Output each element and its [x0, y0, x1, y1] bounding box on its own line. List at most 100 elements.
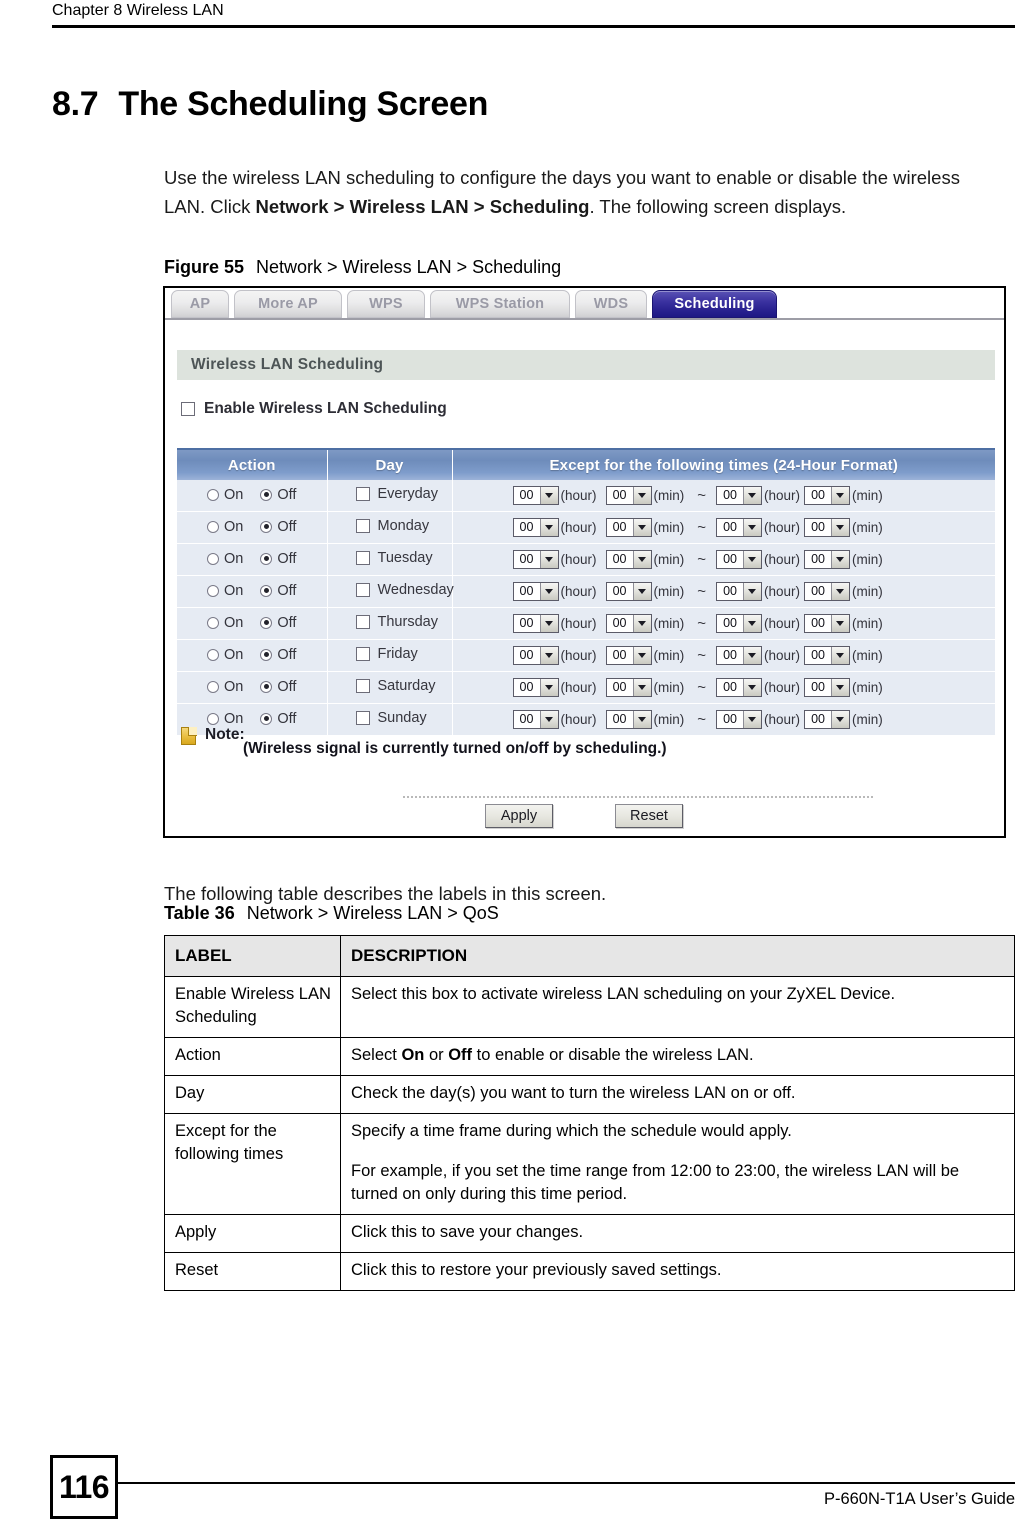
- tab-ap[interactable]: AP: [171, 290, 229, 318]
- radio-off-5[interactable]: [260, 648, 273, 661]
- end-hour-select-7[interactable]: 00: [716, 710, 763, 729]
- chevron-down-icon[interactable]: [831, 679, 850, 696]
- tab-wps-station[interactable]: WPS Station: [430, 290, 570, 318]
- end-min-select-7[interactable]: 00: [804, 710, 851, 729]
- chevron-down-icon[interactable]: [743, 615, 762, 632]
- chevron-down-icon[interactable]: [539, 615, 558, 632]
- radio-off-3[interactable]: [260, 584, 273, 597]
- chevron-down-icon[interactable]: [831, 615, 850, 632]
- radio-on-2[interactable]: [207, 552, 220, 565]
- radio-off-2[interactable]: [260, 552, 273, 565]
- day-checkbox-6[interactable]: [355, 679, 370, 693]
- day-checkbox-3[interactable]: [355, 583, 370, 597]
- chevron-down-icon[interactable]: [743, 551, 762, 568]
- start-min-select-7[interactable]: 00: [605, 710, 652, 729]
- radio-off-0[interactable]: [260, 488, 273, 501]
- chevron-down-icon[interactable]: [743, 583, 762, 600]
- tab-scheduling[interactable]: Scheduling: [652, 290, 777, 318]
- radio-on-0[interactable]: [207, 488, 220, 501]
- start-min-select-6[interactable]: 00: [605, 678, 652, 697]
- radio-on-5[interactable]: [207, 648, 220, 661]
- chevron-down-icon[interactable]: [632, 551, 651, 568]
- chevron-down-icon[interactable]: [539, 647, 558, 664]
- start-hour-select-7[interactable]: 00: [512, 710, 559, 729]
- end-min-select-6[interactable]: 00: [804, 678, 851, 697]
- start-min-select-2[interactable]: 00: [605, 550, 652, 569]
- chevron-down-icon[interactable]: [743, 487, 762, 504]
- start-min-select-3[interactable]: 00: [605, 582, 652, 601]
- end-hour-select-4[interactable]: 00: [716, 614, 763, 633]
- chevron-down-icon[interactable]: [743, 519, 762, 536]
- day-checkbox-0[interactable]: [355, 487, 370, 501]
- chevron-down-icon[interactable]: [539, 583, 558, 600]
- start-hour-select-0[interactable]: 00: [512, 486, 559, 505]
- tab-more-ap[interactable]: More AP: [234, 290, 342, 318]
- tab-wps[interactable]: WPS: [347, 290, 425, 318]
- enable-scheduling-checkbox[interactable]: [181, 402, 195, 416]
- start-min-select-1[interactable]: 00: [605, 518, 652, 537]
- radio-on-7[interactable]: [207, 712, 220, 725]
- apply-button[interactable]: Apply: [485, 804, 553, 828]
- day-checkbox-5[interactable]: [355, 647, 370, 661]
- chevron-down-icon[interactable]: [539, 519, 558, 536]
- chevron-down-icon[interactable]: [831, 551, 850, 568]
- start-hour-select-6[interactable]: 00: [512, 678, 559, 697]
- end-hour-select-3[interactable]: 00: [716, 582, 763, 601]
- tab-wds[interactable]: WDS: [575, 290, 647, 318]
- chevron-down-icon[interactable]: [539, 487, 558, 504]
- enable-scheduling-row[interactable]: Enable Wireless LAN Scheduling: [181, 398, 447, 420]
- section-bar-title: Wireless LAN Scheduling: [191, 356, 384, 373]
- start-min-select-4[interactable]: 00: [605, 614, 652, 633]
- end-min-select-5[interactable]: 00: [804, 646, 851, 665]
- start-hour-select-2[interactable]: 00: [512, 550, 559, 569]
- radio-on-3[interactable]: [207, 584, 220, 597]
- end-hour-select-0[interactable]: 00: [716, 486, 763, 505]
- chevron-down-icon[interactable]: [743, 679, 762, 696]
- end-min-select-2[interactable]: 00: [804, 550, 851, 569]
- chevron-down-icon[interactable]: [632, 679, 651, 696]
- chevron-down-icon[interactable]: [632, 583, 651, 600]
- day-checkbox-7[interactable]: [355, 711, 370, 725]
- end-min-select-4[interactable]: 00: [804, 614, 851, 633]
- day-checkbox-2[interactable]: [355, 551, 370, 565]
- start-hour-select-5[interactable]: 00: [512, 646, 559, 665]
- chevron-down-icon[interactable]: [632, 519, 651, 536]
- radio-off-6[interactable]: [260, 680, 273, 693]
- radio-off-4[interactable]: [260, 616, 273, 629]
- chevron-down-icon[interactable]: [743, 647, 762, 664]
- chevron-down-icon[interactable]: [539, 551, 558, 568]
- chevron-down-icon[interactable]: [831, 711, 850, 728]
- radio-off-7[interactable]: [260, 712, 273, 725]
- end-min-select-0[interactable]: 00: [804, 486, 851, 505]
- end-hour-select-2[interactable]: 00: [716, 550, 763, 569]
- radio-on-1[interactable]: [207, 520, 220, 533]
- chevron-down-icon[interactable]: [632, 615, 651, 632]
- start-min-select-0[interactable]: 00: [605, 486, 652, 505]
- start-hour-select-4[interactable]: 00: [512, 614, 559, 633]
- chevron-down-icon[interactable]: [539, 679, 558, 696]
- start-hour-select-1[interactable]: 00: [512, 518, 559, 537]
- start-min-select-5[interactable]: 00: [605, 646, 652, 665]
- radio-on-6[interactable]: [207, 680, 220, 693]
- chevron-down-icon[interactable]: [831, 583, 850, 600]
- chevron-down-icon[interactable]: [539, 711, 558, 728]
- chevron-down-icon[interactable]: [831, 487, 850, 504]
- note-label: Note:: [205, 726, 245, 743]
- chevron-down-icon[interactable]: [831, 647, 850, 664]
- chevron-down-icon[interactable]: [743, 711, 762, 728]
- end-hour-select-1[interactable]: 00: [716, 518, 763, 537]
- chevron-down-icon[interactable]: [831, 519, 850, 536]
- chevron-down-icon[interactable]: [632, 647, 651, 664]
- end-hour-select-5[interactable]: 00: [716, 646, 763, 665]
- start-hour-select-3[interactable]: 00: [512, 582, 559, 601]
- reset-button[interactable]: Reset: [615, 804, 683, 828]
- end-min-select-1[interactable]: 00: [804, 518, 851, 537]
- day-checkbox-1[interactable]: [355, 519, 370, 533]
- day-checkbox-4[interactable]: [355, 615, 370, 629]
- end-min-select-3[interactable]: 00: [804, 582, 851, 601]
- radio-off-1[interactable]: [260, 520, 273, 533]
- end-hour-select-6[interactable]: 00: [716, 678, 763, 697]
- chevron-down-icon[interactable]: [632, 487, 651, 504]
- radio-on-4[interactable]: [207, 616, 220, 629]
- chevron-down-icon[interactable]: [632, 711, 651, 728]
